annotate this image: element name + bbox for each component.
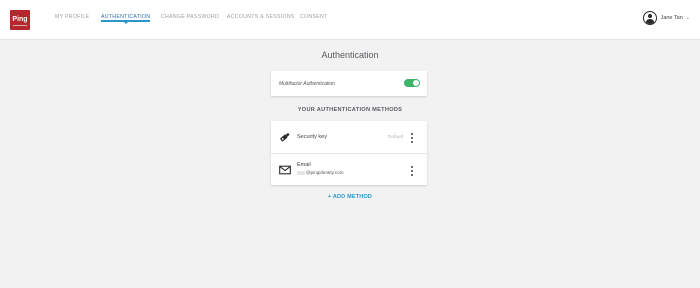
- toggle-knob: [413, 80, 419, 86]
- method-name: Email: [297, 162, 311, 168]
- nav-tab-change-password[interactable]: CHANGE PASSWORD: [161, 14, 219, 20]
- method-row-email[interactable]: Email @pingidentity.com: [271, 153, 427, 186]
- mfa-card: Multifactor Authentication: [271, 71, 427, 96]
- chevron-down-icon: ⌄: [685, 15, 690, 21]
- methods-card: Security key Default Email @pingidentity…: [271, 121, 427, 185]
- mfa-toggle[interactable]: [404, 79, 420, 87]
- security-key-icon: [280, 132, 290, 142]
- nav-tab-my-profile[interactable]: MY PROFILE: [55, 14, 89, 20]
- page-title: Authentication: [321, 50, 379, 60]
- method-detail: @pingidentity.com: [297, 170, 344, 175]
- add-method-button[interactable]: + ADD METHOD: [0, 194, 700, 200]
- user-avatar-icon: [642, 11, 657, 25]
- more-options-icon[interactable]: [410, 166, 413, 176]
- nav-tab-authentication[interactable]: AUTHENTICATION: [101, 14, 151, 24]
- top-navigation-bar: Ping MY PROFILE AUTHENTICATION CHANGE PA…: [0, 0, 700, 40]
- user-name: Jane Tan: [660, 15, 683, 21]
- logo-text: Ping: [12, 16, 28, 23]
- method-name: Security key: [297, 134, 327, 140]
- ping-logo[interactable]: Ping: [10, 10, 30, 30]
- avatar-head: [647, 14, 652, 18]
- user-menu[interactable]: Jane Tan ⌄: [642, 11, 690, 25]
- nav-tab-consent[interactable]: CONSENT: [300, 14, 327, 20]
- default-badge: Default: [387, 135, 403, 140]
- nav-tab-accounts-sessions[interactable]: ACCOUNTS & SESSIONS: [227, 14, 295, 20]
- envelope-icon: [279, 165, 291, 175]
- redacted-text: [297, 170, 305, 175]
- avatar-body: [645, 19, 654, 24]
- more-options-icon[interactable]: [410, 133, 413, 143]
- mfa-label: Multifactor Authentication: [279, 81, 335, 87]
- methods-section-title: YOUR AUTHENTICATION METHODS: [297, 107, 403, 113]
- method-row-security-key[interactable]: Security key Default: [271, 121, 427, 153]
- active-tab-caret-icon: [123, 22, 128, 24]
- email-domain: @pingidentity.com: [306, 170, 344, 175]
- logo-underline: [13, 25, 27, 26]
